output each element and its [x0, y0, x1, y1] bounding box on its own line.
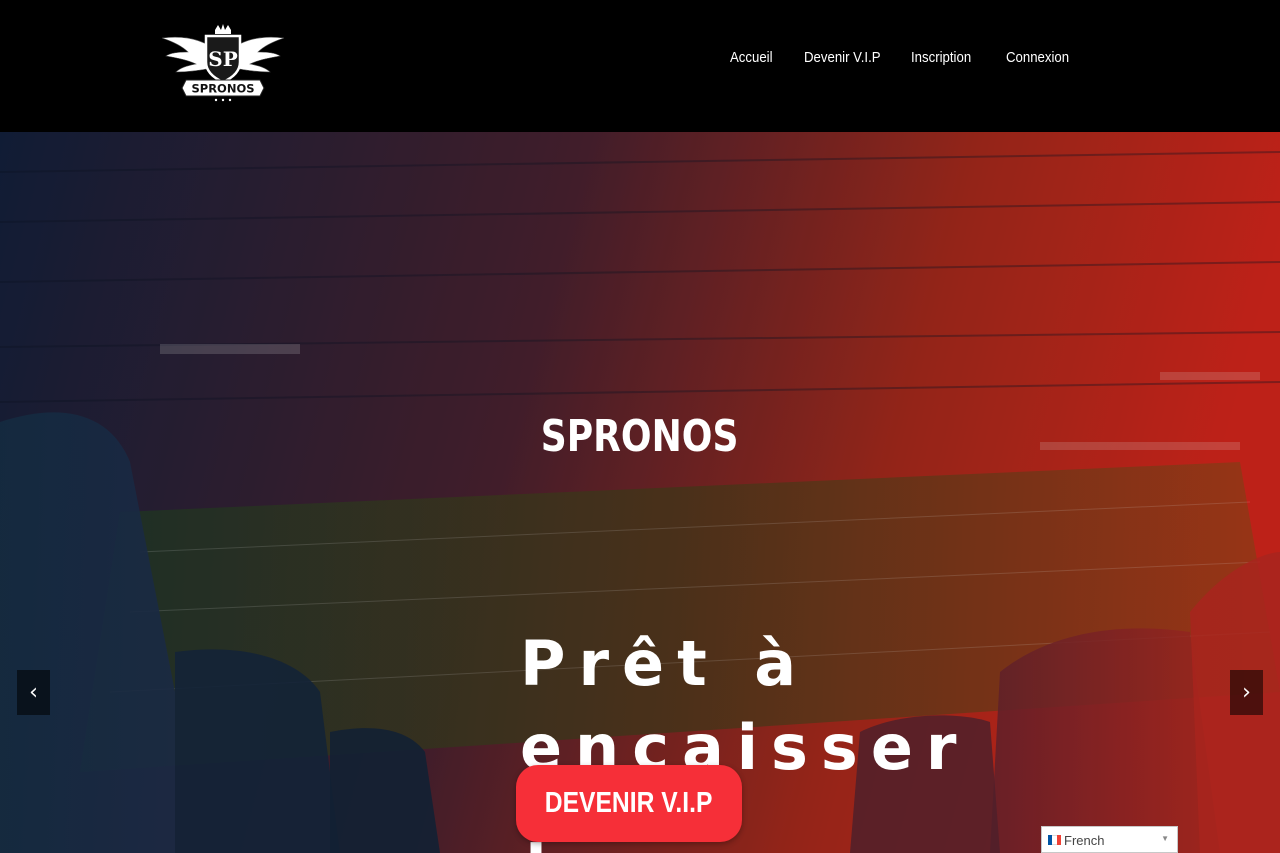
nav-inscription[interactable]: Inscription: [911, 48, 971, 68]
slider-next-button[interactable]: ›: [1230, 670, 1263, 715]
crown-icon: [215, 24, 231, 34]
nav-accueil[interactable]: Accueil: [730, 48, 773, 68]
language-selected-label: French: [1064, 833, 1105, 848]
france-flag-icon: [1048, 835, 1061, 845]
slider-prev-button[interactable]: ‹: [17, 670, 50, 715]
hero-slider: SPRONOS Prêt à encaisser ? ‹ ›: [0, 132, 1280, 853]
devenir-vip-button[interactable]: DEVENIR V.I.P: [516, 765, 742, 842]
logo-text: SPRONOS: [191, 82, 254, 96]
hero-headline-line1: Prêt à: [520, 627, 810, 700]
header: SP SPRONOS Accueil Devenir V.I.P Inscrip…: [0, 0, 1280, 132]
caret-down-icon: ▼: [1161, 834, 1169, 843]
chevron-left-icon: ‹: [29, 680, 38, 705]
chevron-right-icon: ›: [1242, 680, 1251, 705]
hero-brand-title: SPRONOS: [541, 411, 739, 462]
nav-devenir-vip[interactable]: Devenir V.I.P: [804, 48, 881, 68]
main-nav: Accueil Devenir V.I.P Inscription Connex…: [0, 48, 1280, 70]
language-selector[interactable]: French ▼: [1041, 826, 1178, 853]
nav-connexion[interactable]: Connexion: [1006, 48, 1069, 68]
